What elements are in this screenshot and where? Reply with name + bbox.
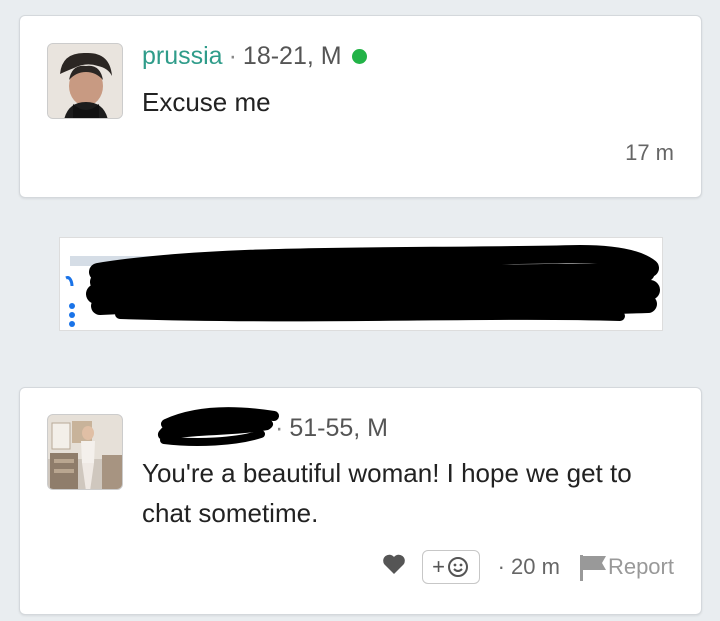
separator: · <box>228 42 237 70</box>
comment-card-1: prussia · 18-21, M Excuse me 17 m <box>19 15 702 198</box>
comment-text: You're a beautiful woman! I hope we get … <box>142 458 632 528</box>
comment-card-2: · 51-55, M You're a beautiful woman! I h… <box>19 387 702 615</box>
avatar[interactable] <box>47 414 123 490</box>
comment-meta: · 51-55, M <box>275 414 388 443</box>
age-sex-label: 51-55, M <box>289 414 388 442</box>
add-reaction-label: + <box>432 554 446 579</box>
age-sex-label: 18-21, M <box>242 42 342 70</box>
flag-icon <box>579 555 606 581</box>
more-dots-icon <box>69 303 75 327</box>
separator: · <box>275 414 284 442</box>
redacted-content <box>59 237 663 331</box>
avatar[interactable] <box>47 43 123 119</box>
timestamp: · 20 m <box>497 554 560 579</box>
add-reaction-button[interactable]: + <box>421 550 480 584</box>
online-status-dot <box>351 49 367 64</box>
report-label: Report <box>607 554 674 579</box>
comment-meta: prussia · 18-21, M <box>142 42 367 71</box>
redacted-username <box>157 407 279 446</box>
redaction-scribble <box>65 244 660 327</box>
heart-icon[interactable] <box>382 553 406 581</box>
comment-actions: + · 20 m Report <box>382 550 674 584</box>
username[interactable]: prussia <box>142 42 223 71</box>
emoji-icon <box>448 557 469 577</box>
timestamp: 17 m <box>625 140 674 165</box>
comment-text: Excuse me <box>142 87 271 117</box>
report-button[interactable]: Report <box>578 553 674 581</box>
